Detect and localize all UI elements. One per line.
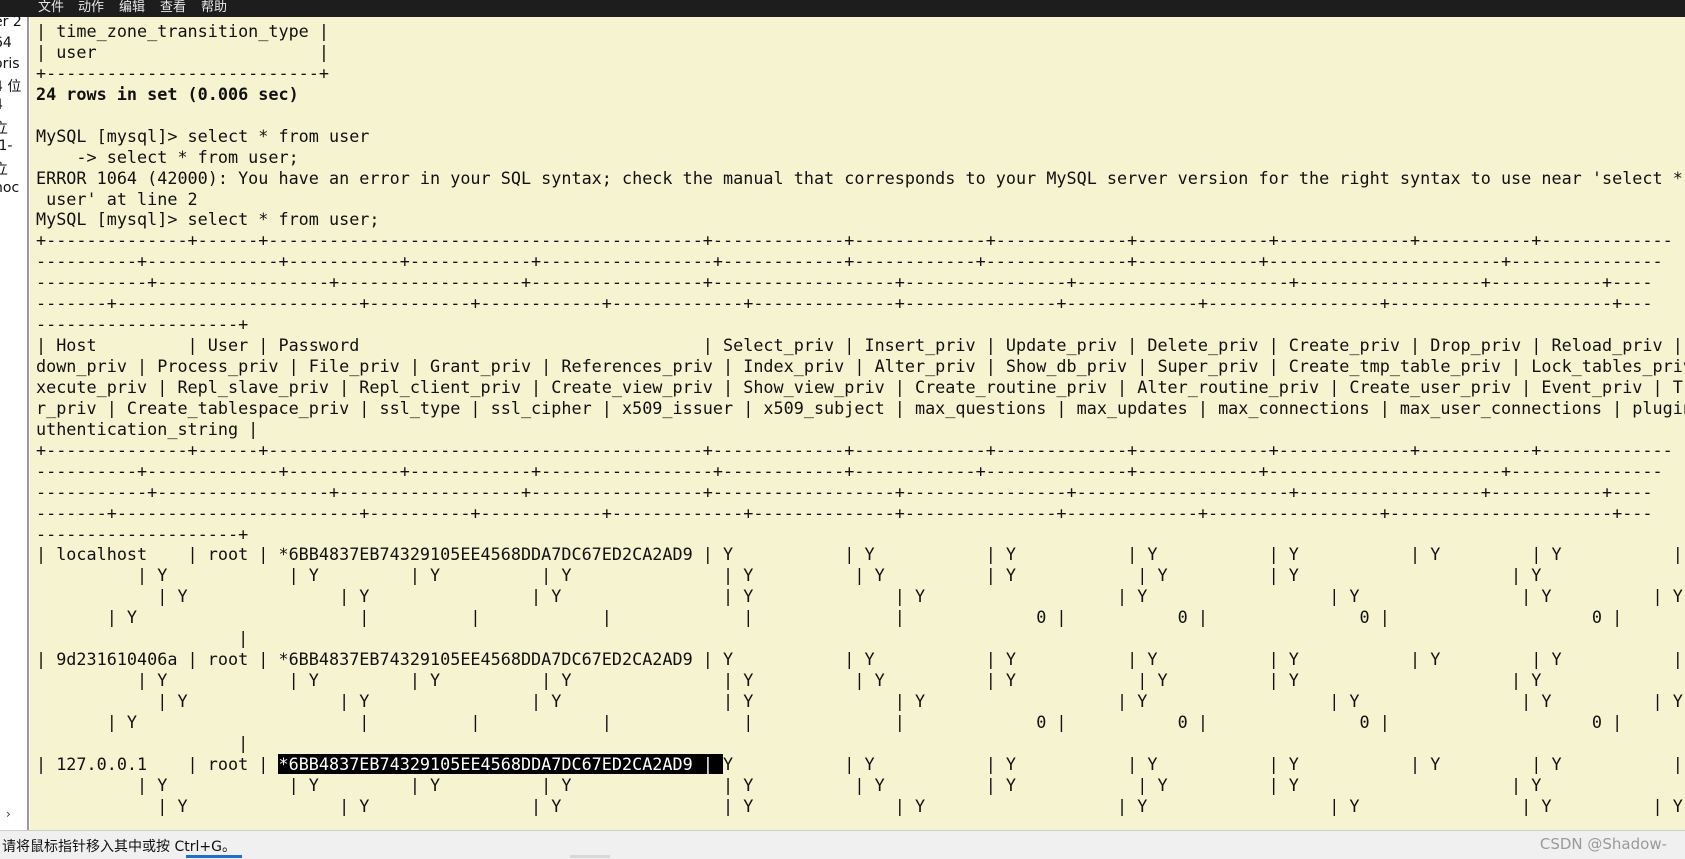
terminal-line-text: | 9d231610406a | root | *6BB4837EB743291… bbox=[36, 649, 1685, 670]
terminal-line-text: | Y | | | | | 0 | 0 | 0 | 0 | bbox=[36, 607, 1623, 628]
terminal-line-text: +--------------+------+-----------------… bbox=[36, 230, 1673, 251]
terminal-line-text: | Y | Y | Y | Y | Y | Y | Y | Y | Y | Y bbox=[36, 565, 1542, 586]
terminal-line-text: | Y | Y | Y | Y | Y | Y | Y | Y | Y bbox=[36, 586, 1683, 607]
terminal-line: MySQL [mysql]> select * from user bbox=[36, 126, 1685, 147]
menu-view[interactable]: 查看 bbox=[160, 0, 186, 15]
terminal-line-text: ERROR 1064 (42000): You have an error in… bbox=[36, 167, 1685, 188]
terminal-line: | Y | Y | Y | Y | Y | Y | Y | Y | Y bbox=[36, 796, 1685, 817]
terminal-line: +--------------+------+-----------------… bbox=[36, 230, 1685, 251]
terminal-line: 24 rows in set (0.006 sec) bbox=[36, 84, 1685, 105]
status-bar: 请将鼠标指针移入其中或按 Ctrl+G。 CSDN @Shadow- bbox=[0, 830, 1685, 859]
terminal-line: --------------------+ bbox=[36, 524, 1685, 545]
selected-password-hash[interactable]: *6BB4837EB74329105EE4568DDA7DC67ED2CA2AD… bbox=[278, 753, 724, 774]
terminal-line: | Y | Y | Y | Y | Y | Y | Y | Y | Y bbox=[36, 586, 1685, 607]
terminal-line-text: | Host | User | Password | Select_priv |… bbox=[36, 335, 1685, 356]
terminal-line-text: xecute_priv | Repl_slave_priv | Repl_cli… bbox=[36, 376, 1685, 397]
terminal-line-text: | bbox=[36, 732, 249, 753]
menu-bar: 文件 动作 编辑 查看 帮助 bbox=[0, 0, 1685, 17]
left-panel-fragment: 4 位 bbox=[0, 79, 22, 95]
terminal-line-text: user' at line 2 bbox=[36, 188, 198, 209]
terminal-line-text: -----------+-----------------+----------… bbox=[36, 272, 1653, 293]
menu-help[interactable]: 帮助 bbox=[201, 0, 227, 15]
terminal-line-text: MySQL [mysql]> select * from user bbox=[36, 125, 370, 146]
terminal-line: -> select * from user; bbox=[36, 147, 1685, 168]
terminal-line: | Y | | | | | 0 | 0 | 0 | 0 | bbox=[36, 712, 1685, 733]
terminal-line-text: ----------+-------------+-----------+---… bbox=[36, 460, 1663, 481]
chevron-right-icon[interactable]: › bbox=[6, 807, 11, 821]
terminal-line-text: | localhost | root | *6BB4837EB74329105E… bbox=[36, 544, 1685, 565]
terminal-line-text: down_priv | Process_priv | File_priv | G… bbox=[36, 356, 1685, 376]
terminal-line-text: -----------+-----------------+----------… bbox=[36, 481, 1653, 502]
terminal-line: --------------------+ bbox=[36, 314, 1685, 335]
terminal-line-text: -> select * from user; bbox=[36, 146, 299, 167]
left-panel-fragment: 64 bbox=[0, 35, 12, 51]
terminal-line: | Y | Y | Y | Y | Y | Y | Y | Y | Y | Y bbox=[36, 565, 1685, 586]
terminal-line: | bbox=[36, 733, 1685, 754]
terminal-line-text: -------+------------------------+-------… bbox=[36, 293, 1653, 314]
terminal-line: | Y | Y | Y | Y | Y | Y | Y | Y | Y bbox=[36, 691, 1685, 712]
terminal-line-text: | 127.0.0.1 | root | bbox=[36, 753, 279, 774]
terminal-line-text: | time_zone_transition_type | bbox=[36, 21, 329, 41]
terminal-line-text: +--------------+------+-----------------… bbox=[36, 439, 1673, 460]
terminal-line: +--------------+------+-----------------… bbox=[36, 440, 1685, 461]
terminal-line: | time_zone_transition_type | bbox=[36, 21, 1685, 42]
terminal-line-text: --------------------+ bbox=[36, 523, 249, 544]
left-panel-fragment: oris bbox=[0, 56, 20, 72]
terminal-line: uthentication_string | bbox=[36, 419, 1685, 440]
terminal-line: ERROR 1064 (42000): You have an error in… bbox=[36, 168, 1685, 189]
left-panel-fragment: 4 bbox=[0, 97, 3, 113]
terminal-line: ----------+-------------+-----------+---… bbox=[36, 461, 1685, 482]
left-side-panel: er 2 64 oris 4 位 4 立 .1- 立 noc › bbox=[0, 17, 29, 830]
terminal-line: | Y | Y | Y | Y | Y | Y | Y | Y | Y | Y bbox=[36, 670, 1685, 691]
terminal-line: user' at line 2 bbox=[36, 189, 1685, 210]
terminal-line: | 9d231610406a | root | *6BB4837EB743291… bbox=[36, 649, 1685, 670]
terminal-line-text: 24 rows in set (0.006 sec) bbox=[36, 83, 299, 104]
terminal-line-text: Y | Y | Y | Y | Y | Y | Y | Y bbox=[723, 753, 1685, 774]
terminal-line: -----------+-----------------+----------… bbox=[36, 272, 1685, 293]
terminal-line: | Y | Y | Y | Y | Y | Y | Y | Y | Y | Y bbox=[36, 775, 1685, 796]
terminal-line-text: | user | bbox=[36, 41, 329, 62]
terminal-line: | Y | | | | | 0 | 0 | 0 | 0 | bbox=[36, 607, 1685, 628]
terminal-line: -----------+-----------------+----------… bbox=[36, 482, 1685, 503]
menu-action[interactable]: 动作 bbox=[78, 0, 104, 15]
terminal-line: -------+------------------------+-------… bbox=[36, 293, 1685, 314]
terminal-line: | localhost | root | *6BB4837EB74329105E… bbox=[36, 544, 1685, 565]
terminal-output: | time_zone_transition_type | | user | +--… bbox=[36, 21, 1685, 817]
terminal-line-text: r_priv | Create_tablespace_priv | ssl_ty… bbox=[36, 397, 1685, 418]
terminal-line-text: | Y | Y | Y | Y | Y | Y | Y | Y | Y bbox=[36, 795, 1683, 816]
terminal-line-text: ----------+-------------+-----------+---… bbox=[36, 251, 1663, 272]
left-panel-fragment: .1- bbox=[0, 138, 13, 154]
left-panel-fragment: 立 bbox=[0, 159, 8, 179]
terminal-line-text: | Y | Y | Y | Y | Y | Y | Y | Y | Y | Y bbox=[36, 774, 1542, 795]
terminal-line-text: uthentication_string | bbox=[36, 418, 259, 439]
terminal-line: | Host | User | Password | Select_priv |… bbox=[36, 335, 1685, 356]
terminal-line: MySQL [mysql]> select * from user; bbox=[36, 209, 1685, 230]
terminal-line-text: | Y | Y | Y | Y | Y | Y | Y | Y | Y bbox=[36, 691, 1683, 711]
terminal-line-text: --------------------+ bbox=[36, 314, 249, 335]
terminal-line: | bbox=[36, 628, 1685, 649]
terminal-line: ----------+-------------+-----------+---… bbox=[36, 251, 1685, 272]
terminal-line-text: | Y | Y | Y | Y | Y | Y | Y | Y | Y | Y bbox=[36, 670, 1542, 691]
terminal-line: +---------------------------+ bbox=[36, 63, 1685, 84]
terminal-line-text: | bbox=[36, 628, 249, 649]
left-panel-fragment: er 2 bbox=[0, 17, 22, 30]
terminal-line-text: MySQL [mysql]> select * from user; bbox=[36, 209, 380, 230]
terminal-line: xecute_priv | Repl_slave_priv | Repl_cli… bbox=[36, 377, 1685, 398]
menu-edit[interactable]: 编辑 bbox=[119, 0, 145, 15]
left-panel-fragment: 立 bbox=[0, 118, 8, 138]
terminal-line: r_priv | Create_tablespace_priv | ssl_ty… bbox=[36, 398, 1685, 419]
terminal-line: | user | bbox=[36, 42, 1685, 63]
terminal-line: | 127.0.0.1 | root | *6BB4837EB74329105E… bbox=[36, 753, 1685, 775]
terminal-line-text: -------+------------------------+-------… bbox=[36, 502, 1653, 523]
terminal-line-text: +---------------------------+ bbox=[36, 62, 329, 83]
status-text: 请将鼠标指针移入其中或按 Ctrl+G。 bbox=[2, 839, 236, 855]
terminal-line: down_priv | Process_priv | File_priv | G… bbox=[36, 356, 1685, 377]
terminal-line-text: | Y | | | | | 0 | 0 | 0 | 0 | bbox=[36, 711, 1623, 732]
watermark: CSDN @Shadow- bbox=[1539, 835, 1667, 853]
terminal-window[interactable]: | time_zone_transition_type | | user | +--… bbox=[30, 17, 1685, 830]
left-panel-fragment: noc bbox=[0, 180, 20, 196]
menu-file[interactable]: 文件 bbox=[38, 0, 64, 15]
terminal-line: -------+------------------------+-------… bbox=[36, 503, 1685, 524]
